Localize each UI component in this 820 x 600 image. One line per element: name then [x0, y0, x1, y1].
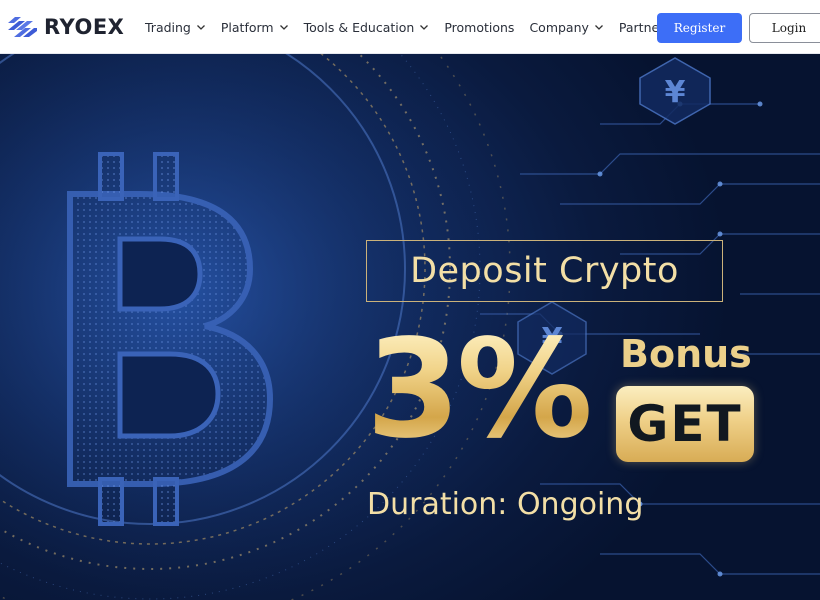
yen-hexagon-icon: ¥: [639, 57, 711, 125]
get-bonus-badge[interactable]: GET: [616, 386, 754, 462]
svg-text:¥: ¥: [665, 75, 686, 110]
nav-item-promotions[interactable]: Promotions: [444, 20, 514, 35]
bonus-percent: 3%: [366, 311, 593, 469]
login-button[interactable]: Login: [749, 13, 820, 43]
nav-label: Company: [529, 19, 589, 35]
site-header: RYOEX Trading Platform Tools & Education…: [0, 0, 820, 54]
promo-hero-banner[interactable]: ¥ ¥ Deposit Crypto 3% Bonus GET Duration…: [0, 54, 820, 600]
brand-name: RYOEX: [44, 15, 125, 39]
get-label: GET: [627, 395, 743, 453]
chevron-down-icon: [279, 25, 288, 30]
nav-label: Promotions: [444, 19, 515, 35]
chevron-down-icon: [594, 25, 603, 30]
ryoex-logo-icon: [8, 17, 37, 37]
chevron-down-icon: [420, 25, 429, 30]
deposit-headline-box: Deposit Crypto: [366, 240, 723, 302]
register-button[interactable]: Register: [657, 13, 742, 43]
nav-item-platform[interactable]: Platform: [221, 20, 289, 35]
nav-label: Tools & Education: [303, 19, 415, 35]
nav-item-tools-education[interactable]: Tools & Education: [304, 20, 430, 35]
nav-label: Trading: [145, 19, 191, 35]
main-nav: Trading Platform Tools & Education Promo…: [145, 0, 686, 54]
nav-label: Platform: [220, 19, 274, 35]
chevron-down-icon: [196, 25, 205, 30]
deposit-headline: Deposit Crypto: [410, 251, 679, 291]
nav-item-trading[interactable]: Trading: [145, 20, 206, 35]
bonus-label: Bonus: [620, 332, 752, 376]
nav-item-company[interactable]: Company: [529, 20, 603, 35]
brand-logo[interactable]: RYOEX: [6, 14, 124, 40]
promo-duration: Duration: Ongoing: [367, 487, 644, 522]
